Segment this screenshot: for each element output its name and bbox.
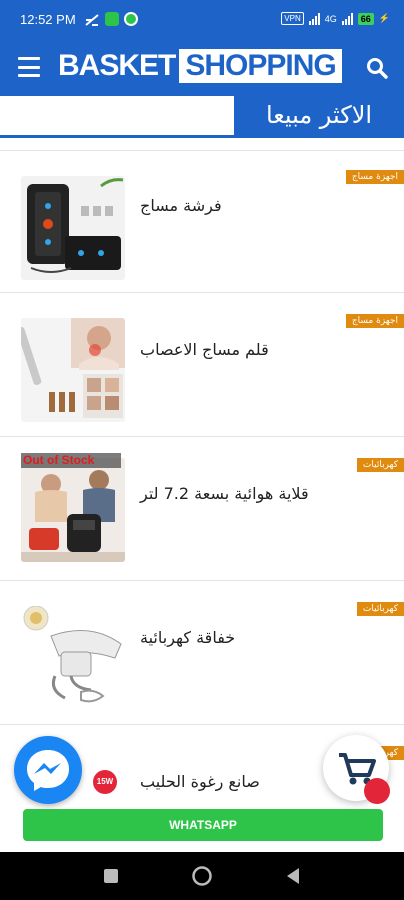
messenger-icon	[27, 750, 69, 791]
menu-icon[interactable]	[18, 57, 40, 77]
category-badge[interactable]: كهربائيات	[356, 602, 404, 616]
app-header: BASKET SHOPPING	[0, 40, 404, 96]
signal-icon	[308, 12, 320, 25]
category-badge[interactable]: اجهزة مساج	[345, 170, 404, 184]
product-item[interactable]: فرشة مساج اجهزة مساج	[0, 150, 404, 293]
category-badge[interactable]: اجهزة مساج	[345, 314, 404, 328]
logo-text-shopping: SHOPPING	[179, 49, 342, 83]
home-icon[interactable]	[191, 865, 213, 891]
product-item[interactable]: خفاقة كهربائية كهربائيات	[0, 580, 404, 723]
recents-icon[interactable]	[103, 868, 119, 888]
status-bar: 12:52 PM VPN 4G 66 ⚡	[0, 0, 404, 40]
sync-icon	[84, 12, 100, 31]
product-image[interactable]	[21, 318, 125, 422]
product-name[interactable]: قلم مساج الاعصاب	[140, 340, 269, 359]
product-item[interactable]: قلم مساج الاعصاب اجهزة مساج	[0, 292, 404, 435]
product-name[interactable]: قلاية هوائية بسعة 7.2 لتر	[140, 484, 309, 503]
out-of-stock-label: Out of Stock	[21, 453, 121, 468]
search-icon[interactable]	[366, 57, 388, 79]
product-image[interactable]	[21, 176, 125, 280]
back-icon[interactable]	[285, 866, 301, 890]
shield-notification-icon	[124, 12, 138, 26]
battery-icon: 66	[357, 12, 374, 25]
section-header: الاكثر مبيعا	[0, 96, 404, 140]
logo-text-basket: BASKET	[58, 49, 176, 82]
network-type: 4G	[324, 13, 337, 24]
brand-logo[interactable]: BASKET SHOPPING	[58, 48, 342, 84]
vpn-icon: VPN	[281, 12, 304, 25]
product-image[interactable]	[21, 458, 125, 562]
product-name[interactable]: فرشة مساج	[140, 196, 222, 215]
product-item[interactable]: Out of Stock قلاية هوائية بسعة 7.2 لتر ك…	[0, 436, 404, 579]
product-name[interactable]: خفاقة كهربائية	[140, 628, 235, 647]
whatsapp-button[interactable]: WHATSAPP	[23, 809, 383, 841]
product-image[interactable]	[21, 606, 125, 710]
signal-2-icon	[341, 12, 353, 25]
battery-level: 66	[360, 13, 371, 24]
app-notification-icon	[105, 12, 119, 26]
system-status-icons: VPN 4G 66 ⚡	[281, 12, 390, 25]
category-badge[interactable]: كهربائيات	[356, 458, 404, 472]
product-name[interactable]: صانع رغوة الحليب	[140, 772, 260, 791]
section-title: الاكثر مبيعا	[234, 96, 404, 138]
system-nav-bar	[0, 852, 404, 900]
notification-icons	[84, 12, 138, 31]
power-badge: 15W	[93, 770, 117, 794]
status-time: 12:52 PM	[20, 12, 76, 27]
messenger-button[interactable]	[14, 736, 82, 804]
cart-count-badge	[364, 778, 390, 804]
charging-icon: ⚡	[378, 13, 390, 23]
section-underline	[0, 135, 238, 138]
